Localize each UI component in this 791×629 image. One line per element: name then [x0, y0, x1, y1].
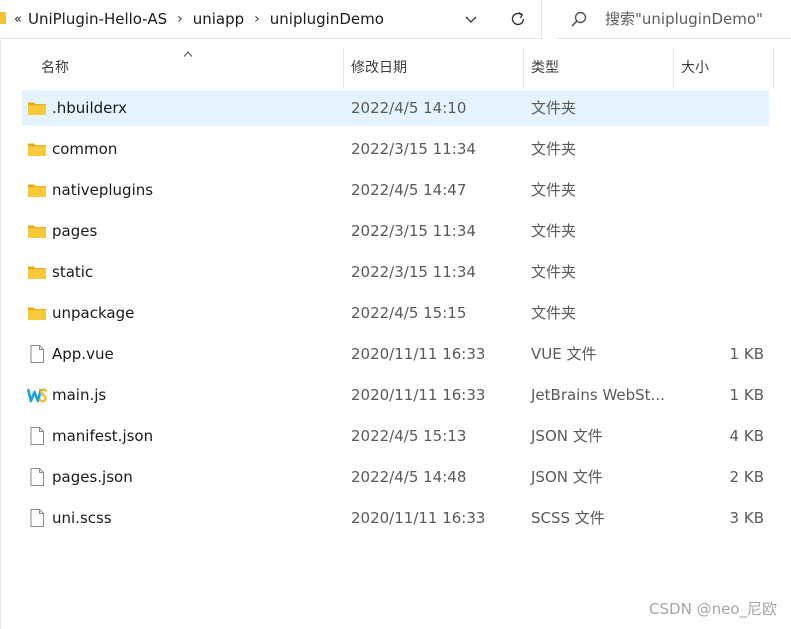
file-size: 2 KB [729, 468, 764, 486]
column-divider[interactable] [673, 48, 674, 88]
column-divider[interactable] [523, 48, 524, 88]
file-type: 文件夹 [531, 263, 577, 281]
file-size: 4 KB [729, 427, 764, 445]
file-name: static [52, 263, 94, 281]
sort-ascending-icon [183, 51, 193, 57]
column-header-type[interactable]: 类型 [531, 48, 559, 88]
file-type: 文件夹 [531, 304, 577, 322]
file-modified-date: 2020/11/11 16:33 [351, 509, 486, 527]
file-row[interactable]: main.js 2020/11/11 16:33 JetBrains WebSt..… [22, 377, 769, 413]
file-type: JSON 文件 [531, 427, 603, 445]
file-type: JSON 文件 [531, 468, 603, 486]
breadcrumb-overflow[interactable]: « [14, 12, 22, 27]
file-size: 3 KB [729, 509, 764, 527]
webstorm-icon [27, 388, 47, 403]
file-modified-date: 2022/4/5 15:15 [351, 304, 467, 322]
watermark: CSDN @neo_尼欧 [649, 600, 777, 618]
column-header-size[interactable]: 大小 [681, 48, 709, 88]
file-modified-date: 2022/3/15 11:34 [351, 263, 476, 281]
file-type: VUE 文件 [531, 345, 597, 363]
file-row[interactable]: pages.json 2022/4/5 14:48 JSON 文件 2 KB [22, 459, 769, 495]
file-modified-date: 2022/3/15 11:34 [351, 140, 476, 158]
breadcrumb-separator[interactable]: › [254, 11, 260, 27]
folder-icon [28, 225, 46, 238]
column-header-name[interactable]: 名称 [41, 48, 69, 88]
file-name: common [52, 140, 118, 158]
breadcrumb-separator[interactable]: › [177, 11, 183, 27]
file-name: pages [52, 222, 98, 240]
file-row[interactable]: manifest.json 2022/4/5 15:13 JSON 文件 4 KB [22, 418, 769, 454]
file-name: App.vue [52, 345, 114, 363]
file-name: main.js [52, 386, 107, 404]
file-type: 文件夹 [531, 222, 577, 240]
file-row[interactable]: static 2022/3/15 11:34 文件夹 [22, 254, 769, 290]
file-row[interactable]: common 2022/3/15 11:34 文件夹 [22, 131, 769, 167]
file-icon [30, 468, 44, 486]
file-row[interactable]: unpackage 2022/4/5 15:15 文件夹 [22, 295, 769, 331]
file-size: 1 KB [729, 386, 764, 404]
column-header: 名称 修改日期 类型 大小 [0, 48, 791, 88]
refresh-button[interactable] [507, 8, 529, 30]
file-name: unpackage [52, 304, 135, 322]
search-icon [571, 11, 587, 27]
file-name: .hbuilderx [52, 99, 128, 117]
breadcrumb-item-uniapp[interactable]: uniapp [193, 10, 244, 28]
folder-icon [28, 143, 46, 156]
refresh-icon [511, 11, 525, 26]
file-modified-date: 2020/11/11 16:33 [351, 386, 486, 404]
file-modified-date: 2022/4/5 14:47 [351, 181, 467, 199]
file-size: 1 KB [729, 345, 764, 363]
file-modified-date: 2020/11/11 16:33 [351, 345, 486, 363]
file-modified-date: 2022/3/15 11:34 [351, 222, 476, 240]
file-name: nativeplugins [52, 181, 154, 199]
file-icon [30, 345, 44, 363]
file-name: pages.json [52, 468, 133, 486]
file-type: 文件夹 [531, 181, 577, 199]
file-row[interactable]: uni.scss 2020/11/11 16:33 SCSS 文件 3 KB [22, 500, 769, 536]
file-type: SCSS 文件 [531, 509, 605, 527]
file-row[interactable]: App.vue 2020/11/11 16:33 VUE 文件 1 KB [22, 336, 769, 372]
address-folder-icon [0, 12, 6, 24]
folder-icon [28, 184, 46, 197]
file-row[interactable]: nativeplugins 2022/4/5 14:47 文件夹 [22, 172, 769, 208]
breadcrumb-item-uniplugindemo[interactable]: unipluginDemo [270, 10, 384, 28]
file-icon [30, 509, 44, 527]
search-box[interactable]: 搜索"unipluginDemo" [556, 0, 791, 39]
address-bar[interactable]: « UniPlugin-Hello-AS › uniapp › uniplugi… [0, 0, 542, 39]
file-row[interactable]: pages 2022/3/15 11:34 文件夹 [22, 213, 769, 249]
breadcrumb-item-uniplugin-hello-as[interactable]: UniPlugin-Hello-AS [28, 10, 167, 28]
file-type: 文件夹 [531, 99, 577, 117]
file-modified-date: 2022/4/5 15:13 [351, 427, 467, 445]
top-bar: « UniPlugin-Hello-AS › uniapp › uniplugi… [0, 0, 791, 40]
column-header-date[interactable]: 修改日期 [351, 48, 407, 88]
file-icon [30, 427, 44, 445]
file-modified-date: 2022/4/5 14:48 [351, 468, 467, 486]
file-type: JetBrains WebSt... [531, 386, 665, 404]
navigation-pane-edge [0, 40, 1, 629]
folder-icon [28, 307, 46, 320]
file-row[interactable]: .hbuilderx 2022/4/5 14:10 文件夹 [22, 90, 769, 126]
folder-icon [28, 266, 46, 279]
folder-icon [28, 102, 46, 115]
file-modified-date: 2022/4/5 14:10 [351, 99, 467, 117]
breadcrumb: « UniPlugin-Hello-AS › uniapp › uniplugi… [14, 0, 384, 38]
column-divider[interactable] [773, 48, 774, 88]
search-input[interactable]: 搜索"unipluginDemo" [605, 0, 763, 38]
file-name: uni.scss [52, 509, 112, 527]
chevron-down-icon [465, 16, 477, 23]
file-name: manifest.json [52, 427, 154, 445]
history-dropdown-button[interactable] [460, 8, 482, 30]
column-divider[interactable] [343, 48, 344, 88]
file-type: 文件夹 [531, 140, 577, 158]
